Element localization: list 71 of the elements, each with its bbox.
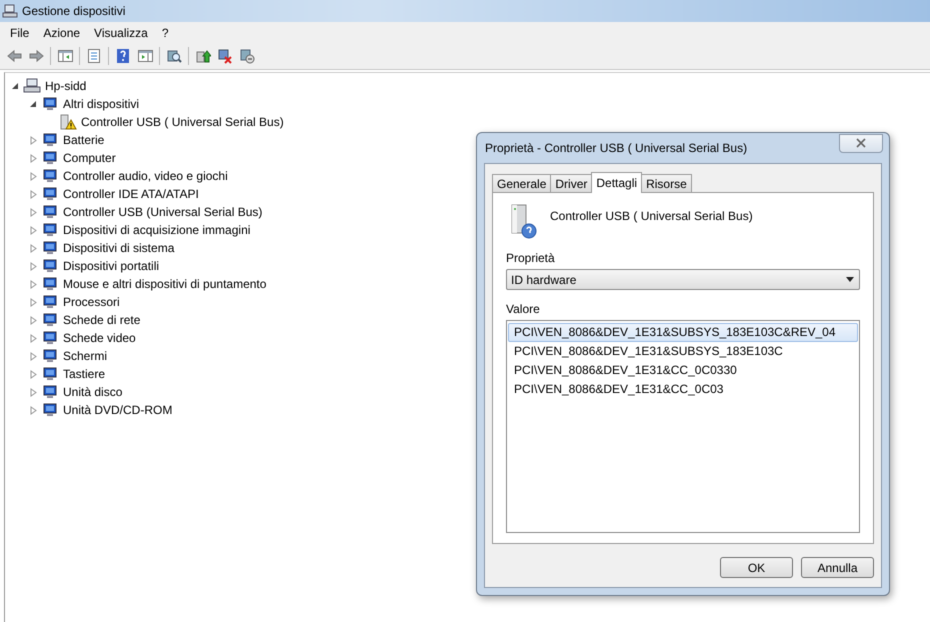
tree-item[interactable]: Schermi — [61, 349, 110, 363]
computer-icon — [23, 78, 41, 94]
action-pane-icon — [137, 48, 153, 64]
properties-icon — [86, 48, 102, 64]
computer-icon — [2, 3, 18, 19]
forward-arrow-icon — [28, 48, 44, 64]
device-icon — [41, 258, 59, 274]
property-dropdown[interactable]: ID hardware — [506, 269, 860, 290]
dialog-button[interactable]: OK — [720, 557, 793, 578]
device-icon — [41, 402, 59, 418]
device-icon — [41, 96, 59, 112]
close-icon — [856, 138, 866, 148]
tab[interactable]: Risorse — [641, 174, 692, 192]
device-icon — [41, 240, 59, 256]
tab[interactable]: Dettagli — [591, 172, 642, 193]
update-driver-icon — [195, 48, 211, 64]
tree-item[interactable]: Computer — [61, 151, 118, 165]
menu-item[interactable]: ? — [154, 26, 176, 40]
tree-item[interactable]: Schede di rete — [61, 313, 142, 327]
device-icon — [41, 204, 59, 220]
device-icon — [41, 132, 59, 148]
tree-item[interactable]: Controller audio, video e giochi — [61, 169, 230, 183]
list-item[interactable]: PCI\VEN_8086&DEV_1E31&SUBSYS_183E103C — [508, 342, 858, 361]
tree-item[interactable]: Controller USB (Universal Serial Bus) — [61, 205, 264, 219]
uninstall-icon — [217, 48, 233, 64]
property-label: Proprietà — [506, 251, 556, 265]
tree-item[interactable]: Tastiere — [61, 367, 108, 381]
tree-item[interactable]: Processori — [61, 295, 122, 309]
tree-item[interactable]: Mouse e altri dispositivi di puntamento — [61, 277, 268, 291]
tree-item[interactable]: Controller USB ( Universal Serial Bus) — [79, 115, 286, 129]
device-name: Controller USB ( Universal Serial Bus) — [550, 209, 753, 223]
window-title: Gestione dispositivi — [22, 4, 126, 18]
tree-item[interactable]: Unità DVD/CD-ROM — [61, 403, 174, 417]
device-icon — [41, 222, 59, 238]
back-arrow-icon — [6, 48, 22, 64]
tree-item[interactable]: Dispositivi di sistema — [61, 241, 176, 255]
menu-item[interactable]: Visualizza — [87, 26, 155, 40]
device-icon — [41, 276, 59, 292]
tree-pane-icon — [57, 48, 73, 64]
list-item[interactable]: PCI\VEN_8086&DEV_1E31&CC_0C0330 — [508, 361, 858, 380]
menu-item[interactable]: File — [3, 26, 36, 40]
tree-item[interactable]: Controller IDE ATA/ATAPI — [61, 187, 201, 201]
tree-item[interactable]: Dispositivi di acquisizione immagini — [61, 223, 252, 237]
value-label: Valore — [506, 302, 541, 316]
menu-item[interactable]: Azione — [36, 26, 88, 40]
device-icon — [41, 312, 59, 328]
list-item[interactable]: PCI\VEN_8086&DEV_1E31&SUBSYS_183E103C&REV_04 — [508, 323, 858, 342]
device-icon — [41, 294, 59, 310]
tab[interactable]: Driver — [550, 174, 592, 192]
device-icon — [41, 384, 59, 400]
tree-item[interactable]: Altri dispositivi — [61, 97, 142, 111]
device-icon — [41, 186, 59, 202]
scan-hardware-icon — [166, 48, 182, 64]
dialog-title: Proprietà - Controller USB ( Universal Serial Bus) — [485, 141, 748, 155]
list-item[interactable]: PCI\VEN_8086&DEV_1E31&CC_0C03 — [508, 380, 858, 399]
device-icon — [41, 168, 59, 184]
dialog-button[interactable]: Annulla — [801, 557, 874, 578]
dropdown-arrow-icon — [846, 277, 854, 282]
device-icon — [41, 366, 59, 382]
help-icon — [115, 48, 131, 64]
device-icon — [41, 150, 59, 166]
tree-item[interactable]: Hp-sidd — [43, 79, 88, 93]
tree-item[interactable]: Schede video — [61, 331, 138, 345]
tree-item[interactable]: Batterie — [61, 133, 106, 147]
disable-device-icon — [239, 48, 255, 64]
tree-item[interactable]: Dispositivi portatili — [61, 259, 162, 273]
device-icon — [41, 330, 59, 346]
tab[interactable]: Generale — [492, 174, 552, 192]
device-icon — [41, 348, 59, 364]
tree-item[interactable]: Unità disco — [61, 385, 124, 399]
close-button[interactable] — [839, 134, 883, 152]
